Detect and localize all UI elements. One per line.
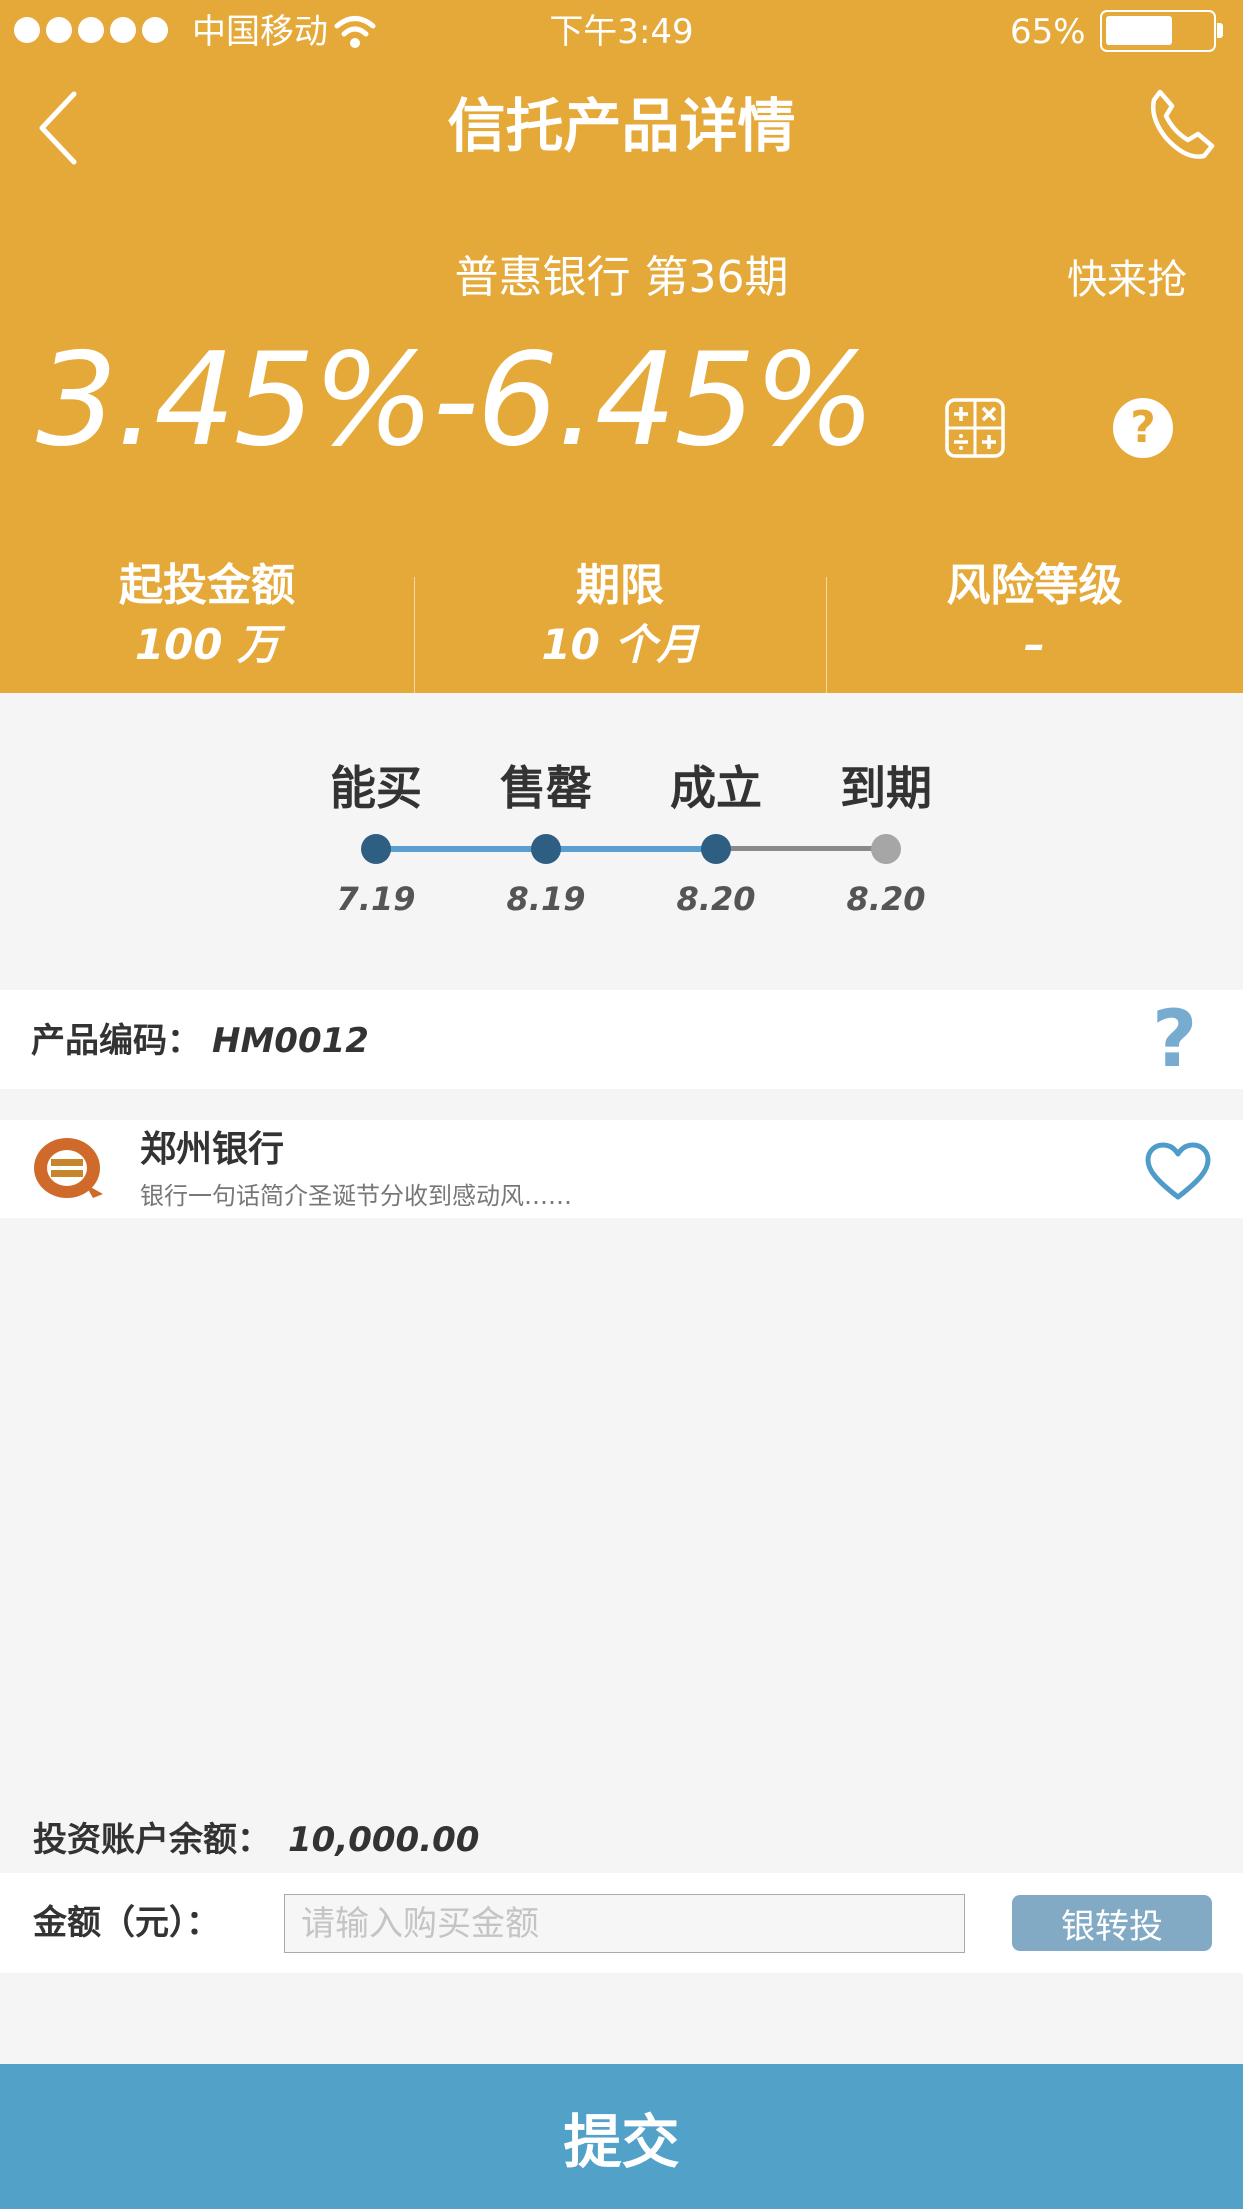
stat-value-risk-level: – (1024, 620, 1045, 669)
progress-timeline: 能买 7.19 售罄 8.19 成立 8.20 到期 8.20 (0, 693, 1243, 990)
stat-value-term: 10 个月 (541, 620, 699, 669)
stat-label-risk-level: 风险等级 (946, 560, 1123, 611)
stage-label: 成立 (670, 761, 762, 815)
bank-description: 银行一句话简介圣诞节分收到感动风…… (140, 1182, 572, 1210)
timeline-track-pending (716, 846, 886, 851)
battery-percent: 65% (1010, 12, 1086, 52)
amount-label: 金额（元）： (33, 1903, 220, 1943)
amount-row: 金额（元）： 银转投 (0, 1873, 1243, 1973)
stage-label: 能买 (330, 761, 422, 815)
promo-tag: 快来抢 (1067, 257, 1187, 303)
stage-date: 8.20 (846, 880, 926, 918)
product-name: 普惠银行 第36期 (454, 252, 789, 303)
phone-icon[interactable] (1146, 86, 1216, 162)
balance-label: 投资账户余额： (33, 1820, 271, 1860)
bank-logo (34, 1138, 103, 1198)
stat-label-min-investment: 起投金额 (119, 560, 295, 611)
amount-input[interactable] (284, 1894, 965, 1953)
stage-node-done (361, 834, 391, 864)
product-code-row: 产品编码： HM0012 ? (0, 990, 1243, 1089)
stage-date: 8.19 (506, 880, 586, 918)
stat-label-term: 期限 (576, 560, 664, 611)
product-code-label: 产品编码： (31, 1021, 201, 1061)
yield-rate: 3.45%-6.45% (36, 326, 875, 475)
stat-value-min-investment: 100 万 (134, 620, 280, 669)
submit-button[interactable]: 提交 (0, 2064, 1243, 2209)
page-title: 信托产品详情 (447, 92, 796, 160)
stage-date: 7.19 (336, 880, 416, 918)
bank-card[interactable]: 郑州银行 银行一句话简介圣诞节分收到感动风…… (0, 1120, 1243, 1218)
calculator-icon[interactable] (944, 397, 1006, 459)
stage-label: 售罄 (500, 761, 592, 815)
battery-icon (1100, 10, 1223, 52)
stage-node-done (701, 834, 731, 864)
stage-date: 8.20 (676, 880, 756, 918)
stage-label: 到期 (840, 761, 932, 815)
help-icon[interactable]: ? (1152, 994, 1197, 1086)
stage-node-done (531, 834, 561, 864)
balance-value: 10,000.00 (288, 1820, 480, 1860)
help-icon[interactable]: ? (1113, 398, 1173, 458)
product-code-value: HM0012 (212, 1021, 369, 1061)
bank-transfer-button[interactable]: 银转投 (1012, 1895, 1212, 1951)
stage-node-pending (871, 834, 901, 864)
favorite-heart-icon[interactable] (1144, 1142, 1212, 1202)
bank-name: 郑州银行 (140, 1129, 285, 1170)
product-header: 中国移动 下午3:49 65% 信托产品详情 普惠银行 第36期 快来抢 3.4… (0, 0, 1243, 693)
